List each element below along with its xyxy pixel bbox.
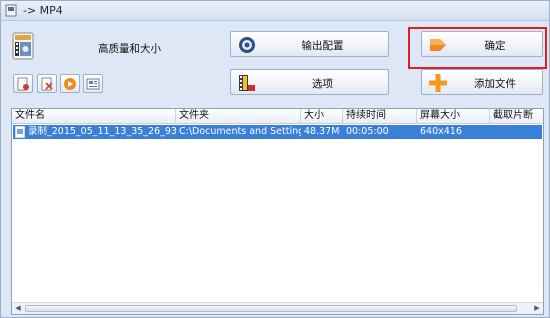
play-icon	[64, 78, 76, 90]
film-options-icon	[239, 75, 255, 91]
options-button[interactable]: 选项	[230, 69, 389, 95]
play-button[interactable]	[60, 74, 80, 93]
horizontal-scrollbar[interactable]: ◀ ▶	[12, 302, 543, 314]
add-file-small-button[interactable]	[13, 74, 33, 93]
file-list-table[interactable]: 文件名 文件夹 大小 持续时间 屏幕大小 截取片断 录制_2015_05_11_…	[11, 108, 544, 315]
table-row[interactable]: 录制_2015_05_11_13_35_26_93.mp4 C:\Documen…	[13, 125, 542, 139]
filename-text: 录制_2015_05_11_13_35_26_93.mp4	[28, 126, 176, 137]
column-header-size[interactable]: 大小	[301, 109, 343, 124]
add-file-icon	[17, 77, 29, 91]
scroll-right-icon[interactable]: ▶	[532, 304, 542, 313]
add-file-button[interactable]: 添加文件	[421, 69, 543, 95]
add-file-label: 添加文件	[474, 78, 516, 90]
plus-icon	[429, 74, 447, 92]
scroll-left-icon[interactable]: ◀	[13, 304, 23, 313]
window-title: -> MP4	[23, 4, 63, 17]
remove-file-icon	[41, 77, 53, 91]
options-label: 选项	[312, 78, 333, 90]
cell-clip	[490, 125, 542, 139]
column-header-duration[interactable]: 持续时间	[343, 109, 417, 124]
output-settings-label: 输出配置	[301, 40, 344, 52]
column-header-filename[interactable]: 文件名	[12, 109, 176, 124]
column-header-screen-size[interactable]: 屏幕大小	[417, 109, 490, 124]
video-file-icon	[15, 126, 25, 138]
cell-screen-size: 640x416	[420, 126, 462, 137]
table-header: 文件名 文件夹 大小 持续时间 屏幕大小 截取片断	[12, 109, 543, 124]
column-header-folder[interactable]: 文件夹	[176, 109, 301, 124]
app-window: -> MP4 高质量和大小 输出配置 确定 选项 添加文件 文件名 文件夹 大小…	[0, 0, 550, 318]
output-settings-button[interactable]: 输出配置	[230, 31, 389, 57]
cell-folder: C:\Documents and Settings\...	[179, 126, 301, 137]
scrollbar-thumb[interactable]	[25, 305, 517, 312]
media-info-icon	[86, 78, 100, 90]
column-header-clip[interactable]: 截取片断	[490, 109, 543, 124]
title-bar: -> MP4	[1, 1, 549, 21]
cell-duration: 00:05:00	[346, 126, 389, 137]
cell-filename: 录制_2015_05_11_13_35_26_93.mp4	[13, 125, 176, 139]
app-title-icon	[5, 4, 17, 17]
remove-file-button[interactable]	[37, 74, 57, 93]
highlight-rectangle	[408, 27, 547, 69]
cell-size: 48.37M	[304, 126, 340, 137]
format-factory-logo-icon	[12, 32, 34, 60]
output-profile-label: 高质量和大小	[98, 43, 161, 55]
settings-disc-icon	[239, 37, 255, 53]
media-info-button[interactable]	[83, 74, 103, 93]
